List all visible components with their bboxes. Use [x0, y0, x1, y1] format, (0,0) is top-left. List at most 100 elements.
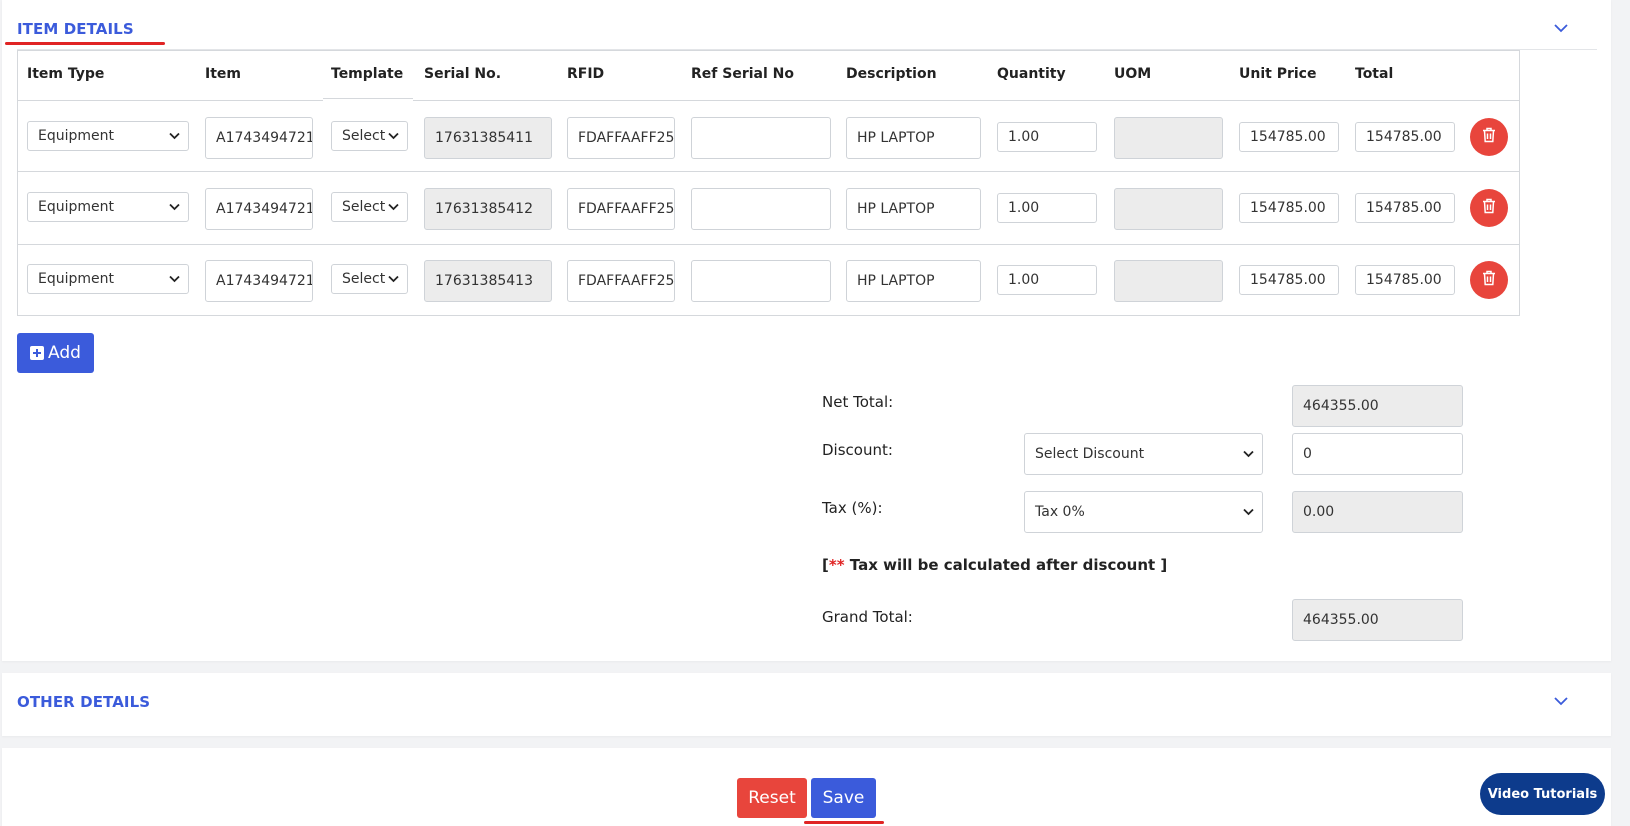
discount-select[interactable]: Select Discount [1024, 433, 1263, 475]
rfid-input[interactable]: FDAFFAAFF25 [567, 188, 675, 230]
serial-no-value: 17631385412 [435, 201, 533, 217]
add-label: Add [48, 343, 81, 363]
grand-total-input[interactable]: 464355.00 [1292, 599, 1463, 641]
item-value: A174349472100 [216, 201, 313, 217]
tax-value-input[interactable]: 0.00 [1292, 491, 1463, 533]
quantity-value: 1.00 [1008, 129, 1040, 145]
rfid-value: FDAFFAAFF25 [578, 273, 675, 289]
rfid-value: FDAFFAAFF25 [578, 201, 675, 217]
uom-input[interactable] [1114, 117, 1223, 159]
tax-value: 0.00 [1303, 504, 1335, 520]
description-value: HP LAPTOP [857, 273, 935, 289]
item-type-value: Equipment [38, 199, 114, 215]
note-bracket: [ [822, 556, 829, 574]
unit-price-input[interactable]: 154785.00 [1239, 193, 1339, 223]
item-value: A174349472100 [216, 273, 313, 289]
col-header-ref-serial-no: Ref Serial No [691, 66, 794, 82]
chevron-down-icon[interactable] [1554, 23, 1568, 35]
item-input[interactable]: A174349472100 [205, 117, 313, 159]
unit-price-input[interactable]: 154785.00 [1239, 265, 1339, 295]
template-select[interactable]: Select [331, 192, 408, 222]
trash-icon [1482, 127, 1496, 147]
chevron-down-icon[interactable] [1554, 696, 1568, 708]
other-details-title[interactable]: OTHER DETAILS [17, 693, 150, 711]
delete-row-button[interactable] [1470, 118, 1508, 156]
grand-total-label: Grand Total: [822, 608, 913, 626]
total-input[interactable]: 154785.00 [1355, 193, 1455, 223]
description-value: HP LAPTOP [857, 201, 935, 217]
col-header-unit-price: Unit Price [1239, 66, 1317, 82]
serial-no-input[interactable]: 17631385413 [424, 260, 552, 302]
tax-select-value: Tax 0% [1035, 504, 1085, 520]
net-total-input[interactable]: 464355.00 [1292, 385, 1463, 427]
description-input[interactable]: HP LAPTOP [846, 188, 981, 230]
grand-total-value: 464355.00 [1303, 612, 1379, 628]
col-header-description: Description [846, 66, 937, 82]
unit-price-value: 154785.00 [1250, 272, 1326, 288]
trash-icon [1482, 198, 1496, 218]
item-details-title[interactable]: ITEM DETAILS [17, 20, 134, 38]
serial-no-value: 17631385413 [435, 273, 533, 289]
total-input[interactable]: 154785.00 [1355, 122, 1455, 152]
rfid-input[interactable]: FDAFFAAFF25 [567, 117, 675, 159]
template-value: Select [342, 128, 386, 144]
chevron-down-icon [1243, 434, 1254, 474]
note-stars: ** [828, 556, 845, 574]
tax-select[interactable]: Tax 0% [1024, 491, 1263, 533]
add-row-button[interactable]: Add [17, 333, 94, 373]
item-value: A174349472100 [216, 130, 313, 146]
quantity-input[interactable]: 1.00 [997, 265, 1097, 295]
video-tutorials-button[interactable]: Video Tutorials [1480, 773, 1605, 815]
unit-price-input[interactable]: 154785.00 [1239, 122, 1339, 152]
total-input[interactable]: 154785.00 [1355, 265, 1455, 295]
discount-input[interactable]: 0 [1292, 433, 1463, 475]
quantity-input[interactable]: 1.00 [997, 193, 1097, 223]
col-header-rfid: RFID [567, 66, 605, 82]
net-total-label: Net Total: [822, 393, 894, 411]
reset-button[interactable]: Reset [737, 778, 807, 818]
description-input[interactable]: HP LAPTOP [846, 117, 981, 159]
quantity-input[interactable]: 1.00 [997, 122, 1097, 152]
tax-note: [** Tax will be calculated after discoun… [822, 556, 1167, 574]
item-input[interactable]: A174349472100 [205, 260, 313, 302]
tax-label: Tax (%): [822, 499, 883, 517]
trash-icon [1482, 270, 1496, 290]
active-action-underline [804, 821, 884, 824]
total-value: 154785.00 [1366, 272, 1442, 288]
net-total-value: 464355.00 [1303, 398, 1379, 414]
col-header-quantity: Quantity [997, 66, 1066, 82]
header-divider [323, 98, 413, 99]
description-input[interactable]: HP LAPTOP [846, 260, 981, 302]
item-type-select[interactable]: Equipment [27, 121, 189, 151]
serial-no-input[interactable]: 17631385412 [424, 188, 552, 230]
serial-no-input[interactable]: 17631385411 [424, 117, 552, 159]
uom-input[interactable] [1114, 260, 1223, 302]
quantity-value: 1.00 [1008, 200, 1040, 216]
discount-value: 0 [1303, 446, 1312, 462]
rfid-input[interactable]: FDAFFAAFF25 [567, 260, 675, 302]
row-divider [18, 171, 1519, 172]
template-select[interactable]: Select [331, 121, 408, 151]
chevron-down-icon [169, 122, 180, 150]
col-header-serial-no: Serial No. [424, 66, 502, 82]
item-type-select[interactable]: Equipment [27, 264, 189, 294]
item-type-value: Equipment [38, 128, 114, 144]
template-select[interactable]: Select [331, 264, 408, 294]
uom-input[interactable] [1114, 188, 1223, 230]
description-value: HP LAPTOP [857, 130, 935, 146]
col-header-item: Item [205, 66, 241, 82]
note-text: Tax will be calculated after discount ] [844, 556, 1168, 574]
items-table: Item Type Item Template Serial No. RFID … [17, 50, 1520, 316]
delete-row-button[interactable] [1470, 261, 1508, 299]
ref-serial-no-input[interactable] [691, 117, 831, 159]
chevron-down-icon [388, 265, 399, 293]
chevron-down-icon [169, 193, 180, 221]
save-button[interactable]: Save [811, 778, 876, 818]
unit-price-value: 154785.00 [1250, 129, 1326, 145]
ref-serial-no-input[interactable] [691, 188, 831, 230]
delete-row-button[interactable] [1470, 189, 1508, 227]
item-input[interactable]: A174349472100 [205, 188, 313, 230]
ref-serial-no-input[interactable] [691, 260, 831, 302]
item-type-select[interactable]: Equipment [27, 192, 189, 222]
template-value: Select [342, 199, 386, 215]
